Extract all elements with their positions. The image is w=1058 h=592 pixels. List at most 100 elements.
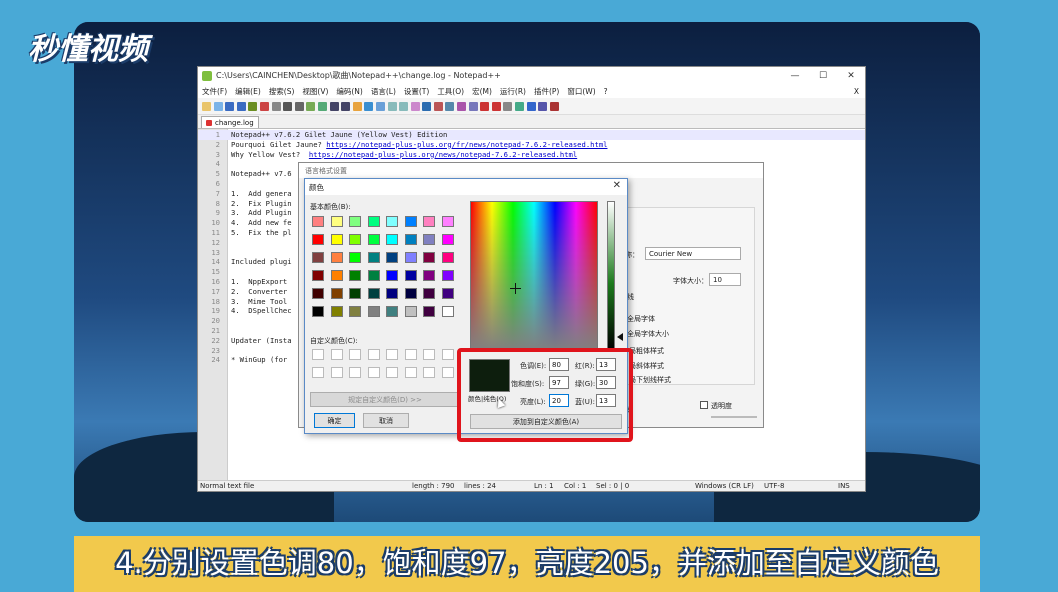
basic-color-swatch[interactable] [367, 270, 380, 281]
close-icon[interactable]: ✕ [613, 180, 621, 191]
basic-color-swatch[interactable] [441, 270, 454, 281]
basic-color-swatch[interactable] [312, 288, 324, 299]
editor-line[interactable]: 3 Why Yellow Vest? https://notepad-plus-p… [198, 150, 865, 160]
basic-color-swatch[interactable] [367, 288, 380, 299]
menu-run[interactable]: 运行(R) [500, 86, 526, 97]
menu-file[interactable]: 文件(F) [202, 86, 227, 97]
toolbar-button-icon[interactable] [306, 101, 316, 111]
custom-color-swatch[interactable] [386, 349, 398, 360]
basic-color-swatch[interactable] [386, 270, 398, 281]
basic-color-swatch[interactable] [367, 216, 380, 227]
toolbar-button-icon[interactable] [259, 101, 269, 111]
toolbar-button-icon[interactable] [503, 101, 513, 111]
toolbar-button-icon[interactable] [491, 101, 501, 111]
toolbar-button-icon[interactable] [387, 101, 397, 111]
basic-color-swatch[interactable] [404, 306, 417, 317]
basic-color-swatch[interactable] [367, 234, 380, 245]
global-font-option[interactable]: 全局字体 [627, 314, 655, 324]
basic-color-swatch[interactable] [404, 270, 417, 281]
custom-color-swatch[interactable] [441, 367, 454, 378]
basic-color-swatch[interactable] [367, 306, 380, 317]
cancel-button[interactable]: 取消 [363, 413, 409, 428]
basic-color-swatch[interactable] [312, 252, 324, 263]
menu-edit[interactable]: 编辑(E) [235, 86, 261, 97]
basic-color-swatch[interactable] [386, 306, 398, 317]
basic-color-swatch[interactable] [330, 270, 343, 281]
ok-button[interactable]: 确定 [314, 413, 355, 428]
basic-color-swatch[interactable] [330, 306, 343, 317]
toolbar-button-icon[interactable] [457, 101, 467, 111]
global-italic-option[interactable]: 局斜体样式 [629, 361, 664, 371]
menu-encoding[interactable]: 编码(N) [336, 86, 362, 97]
basic-color-swatch[interactable] [423, 270, 435, 281]
basic-color-swatch[interactable] [423, 234, 435, 245]
basic-color-swatch[interactable] [386, 252, 398, 263]
basic-color-swatch[interactable] [404, 252, 417, 263]
toolbar-button-icon[interactable] [468, 101, 478, 111]
basic-color-swatch[interactable] [367, 252, 380, 263]
maximize-button[interactable]: ☐ [809, 71, 837, 81]
toolbar-button-icon[interactable] [341, 101, 351, 111]
basic-color-swatch[interactable] [330, 288, 343, 299]
toolbar-button-icon[interactable] [480, 101, 490, 111]
basic-color-swatch[interactable] [349, 216, 361, 227]
menu-macro[interactable]: 宏(M) [472, 86, 492, 97]
menu-tools[interactable]: 工具(O) [437, 86, 464, 97]
custom-color-swatch[interactable] [349, 367, 361, 378]
toolbar-button-icon[interactable] [526, 101, 536, 111]
basic-color-swatch[interactable] [441, 216, 454, 227]
toolbar-button-icon[interactable] [375, 101, 385, 111]
custom-color-swatch[interactable] [386, 367, 398, 378]
basic-color-swatch[interactable] [404, 216, 417, 227]
toolbar-button-icon[interactable] [248, 101, 258, 111]
color-spectrum[interactable] [470, 201, 598, 351]
basic-color-swatch[interactable] [441, 234, 454, 245]
custom-color-swatch[interactable] [404, 349, 417, 360]
editor-line[interactable]: 2 Pourquoi Gilet Jaune? https://notepad-p… [198, 140, 865, 150]
global-bold-option[interactable]: 局粗体样式 [629, 346, 664, 356]
custom-color-swatch[interactable] [423, 367, 435, 378]
custom-color-swatch[interactable] [330, 367, 343, 378]
transparency-checkbox[interactable] [700, 401, 708, 409]
tab-change-log[interactable]: change.log [201, 116, 259, 128]
toolbar-button-icon[interactable] [283, 101, 293, 111]
url-link[interactable]: https://notepad-plus-plus.org/news/notep… [309, 150, 577, 159]
global-font-size-option[interactable]: 全局字体大小 [627, 329, 669, 339]
custom-color-swatch[interactable] [367, 367, 380, 378]
toolbar-button-icon[interactable] [213, 101, 223, 111]
basic-color-swatch[interactable] [441, 306, 454, 317]
basic-color-swatch[interactable] [312, 306, 324, 317]
minimize-button[interactable]: — [781, 71, 809, 81]
basic-color-swatch[interactable] [312, 216, 324, 227]
toolbar-button-icon[interactable] [538, 101, 548, 111]
font-size-select[interactable]: 10 [709, 273, 741, 286]
toolbar-button-icon[interactable] [422, 101, 432, 111]
toolbar-button-icon[interactable] [515, 101, 525, 111]
toolbar-button-icon[interactable] [445, 101, 455, 111]
basic-color-swatch[interactable] [386, 234, 398, 245]
basic-color-swatch[interactable] [423, 288, 435, 299]
menu-search[interactable]: 搜索(S) [269, 86, 295, 97]
basic-color-swatch[interactable] [349, 288, 361, 299]
menu-help[interactable]: ? [604, 87, 608, 96]
menu-window[interactable]: 窗口(W) [567, 86, 595, 97]
menu-language[interactable]: 语言(L) [371, 86, 396, 97]
basic-color-swatch[interactable] [441, 252, 454, 263]
basic-color-swatch[interactable] [423, 216, 435, 227]
menu-plugins[interactable]: 插件(P) [534, 86, 559, 97]
basic-color-swatch[interactable] [423, 306, 435, 317]
basic-color-swatch[interactable] [330, 234, 343, 245]
toolbar-button-icon[interactable] [352, 101, 362, 111]
custom-color-swatch[interactable] [441, 349, 454, 360]
custom-color-swatch[interactable] [312, 349, 324, 360]
basic-color-swatch[interactable] [404, 234, 417, 245]
editor-line[interactable]: 1 Notepad++ v7.6.2 Gilet Jaune (Yellow Ve… [198, 130, 865, 140]
basic-color-swatch[interactable] [386, 288, 398, 299]
close-document-button[interactable]: X [854, 87, 859, 96]
basic-color-swatch[interactable] [349, 270, 361, 281]
toolbar-button-icon[interactable] [549, 101, 559, 111]
custom-color-swatch[interactable] [404, 367, 417, 378]
custom-color-swatch[interactable] [349, 349, 361, 360]
toolbar-button-icon[interactable] [317, 101, 327, 111]
basic-color-swatch[interactable] [312, 234, 324, 245]
